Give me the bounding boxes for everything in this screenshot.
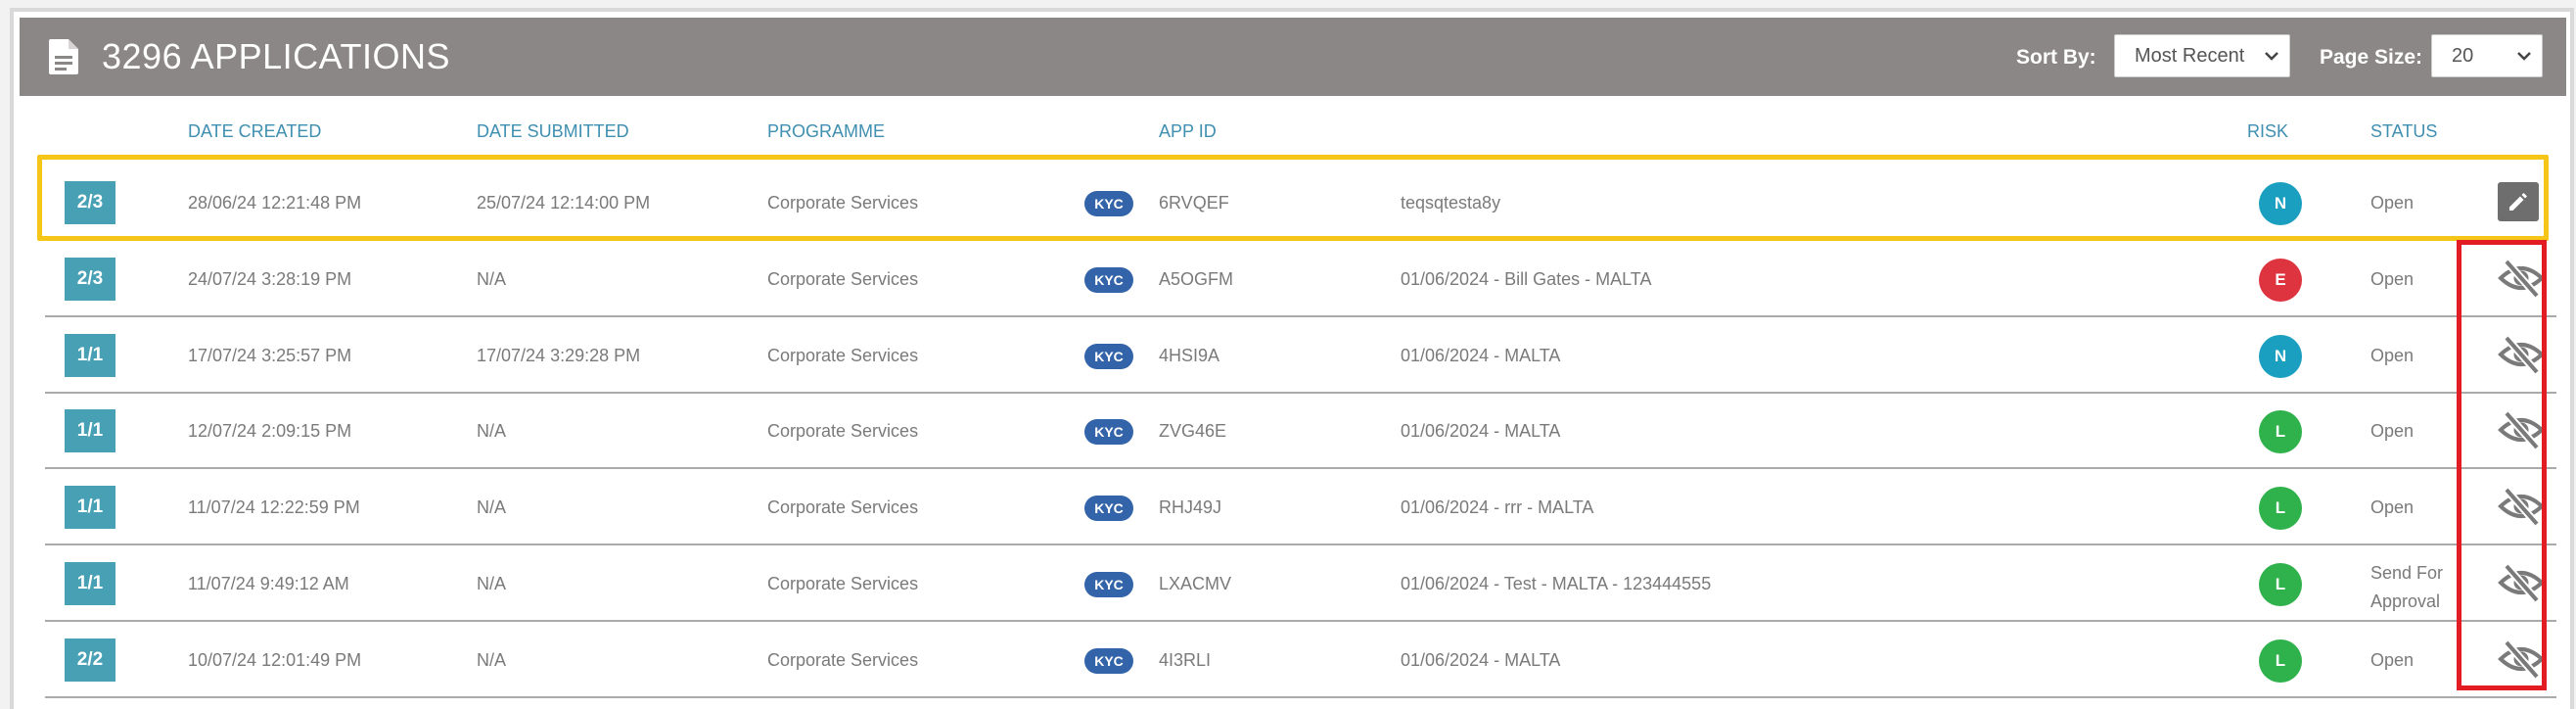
step-badge: 1/1 (65, 409, 115, 453)
application-name: 01/06/2024 - Test - MALTA - 123444555 (1401, 574, 1712, 593)
risk-indicator: L (2259, 563, 2302, 606)
date-created: 11/07/24 12:22:59 PM (188, 497, 360, 518)
table-row[interactable]: 2/3 24/07/24 3:28:19 PM N/A Corporate Servi… (45, 241, 2556, 317)
step-badge: 2/3 (65, 257, 115, 301)
app-id[interactable]: 4I3RLI (1159, 648, 1211, 672)
table-row[interactable]: 2/3 28/06/24 12:21:48 PM 25/07/24 12:14:00… (45, 165, 2556, 241)
table-row[interactable]: 1/1 17/07/24 3:25:57 PM 17/07/24 3:29:28 P… (45, 317, 2556, 394)
application-name: 01/06/2024 - MALTA (1401, 649, 1561, 670)
table-row[interactable]: 1/1 11/07/24 9:49:12 AM N/A Corporate Servi… (45, 545, 2556, 622)
risk-indicator: N (2259, 334, 2302, 378)
column-header-programme[interactable]: PROGRAMME (767, 119, 885, 143)
chevron-down-icon (2265, 52, 2278, 61)
status-text: Open (2370, 497, 2415, 518)
risk-indicator: N (2259, 182, 2302, 225)
risk-indicator: L (2259, 410, 2302, 454)
edit-button[interactable] (2498, 182, 2539, 221)
status-text: Open (2370, 345, 2415, 365)
app-id[interactable]: 4HSI9A (1159, 344, 1219, 367)
table-row[interactable]: 2/2 10/07/24 12:01:49 PM N/A Corporate Serv… (45, 622, 2556, 698)
kyc-tag: KYC (1084, 191, 1133, 216)
kyc-tag: KYC (1084, 572, 1133, 597)
column-header-date-submitted[interactable]: DATE SUBMITTED (477, 119, 629, 143)
chevron-down-icon (2517, 52, 2531, 61)
date-submitted: N/A (477, 421, 507, 442)
column-header-date-created[interactable]: DATE CREATED (188, 119, 321, 143)
sort-by-select[interactable]: Most Recent (2114, 34, 2290, 77)
app-id[interactable]: ZVG46E (1159, 419, 1226, 443)
date-submitted: N/A (477, 268, 507, 289)
risk-indicator: L (2259, 638, 2302, 683)
date-submitted: N/A (477, 649, 507, 670)
eye-slash-icon[interactable] (2498, 333, 2545, 376)
edit-icon (2509, 193, 2527, 211)
status-text: Send For Approval (2370, 563, 2444, 611)
eye-slash-icon[interactable] (2498, 561, 2545, 604)
app-id[interactable]: LXACMV (1159, 572, 1231, 595)
application-name: 01/06/2024 - MALTA (1401, 421, 1561, 442)
kyc-tag: KYC (1084, 496, 1133, 522)
date-submitted: 17/07/24 3:29:28 PM (477, 345, 641, 365)
date-created: 24/07/24 3:28:19 PM (188, 268, 352, 289)
programme: Corporate Services (767, 268, 919, 289)
column-header-risk[interactable]: RISK (2247, 119, 2288, 143)
step-badge: 2/2 (65, 638, 115, 682)
eye-slash-icon[interactable] (2498, 485, 2545, 528)
eye-slash-icon[interactable] (2498, 257, 2545, 300)
date-submitted: 25/07/24 12:14:00 PM (477, 193, 651, 213)
status-text: Open (2370, 268, 2415, 289)
application-name: 01/06/2024 - Bill Gates - MALTA (1401, 268, 1652, 289)
date-created: 11/07/24 9:49:12 AM (188, 574, 349, 593)
programme: Corporate Services (767, 345, 919, 365)
kyc-tag: KYC (1084, 647, 1133, 674)
step-badge: 1/1 (65, 486, 115, 530)
applications-panel: 3296 APPLICATIONS Sort By: Most Recent P… (10, 8, 2574, 709)
page-size-value: 20 (2452, 45, 2474, 67)
status-text: Open (2370, 649, 2415, 670)
kyc-tag: KYC (1084, 419, 1133, 446)
risk-indicator: L (2259, 487, 2302, 531)
table-row[interactable]: 1/1 11/07/24 12:22:59 PM N/A Corporate Serv… (45, 469, 2556, 546)
application-name: 01/06/2024 - rrr - MALTA (1401, 497, 1594, 518)
programme: Corporate Services (767, 193, 919, 213)
step-badge: 1/1 (65, 333, 115, 377)
app-id[interactable]: A5OGFM (1159, 267, 1233, 291)
programme: Corporate Services (767, 421, 919, 442)
panel-header: 3296 APPLICATIONS Sort By: Most Recent P… (20, 18, 2566, 96)
programme: Corporate Services (767, 574, 919, 593)
page-title: 3296 APPLICATIONS (102, 36, 451, 76)
risk-indicator: E (2259, 258, 2302, 302)
table-row[interactable]: 1/1 12/07/24 2:09:15 PM N/A Corporate Servi… (45, 393, 2556, 470)
column-header-status[interactable]: STATUS (2370, 119, 2437, 143)
eye-slash-icon[interactable] (2498, 408, 2545, 451)
column-header-app-id[interactable]: APP ID (1159, 119, 1217, 143)
step-badge: 1/1 (65, 562, 115, 605)
page-size-select[interactable]: 20 (2431, 34, 2543, 77)
document-icon (49, 39, 78, 74)
sort-by-label: Sort By: (2016, 46, 2096, 69)
step-badge: 2/3 (65, 181, 115, 224)
application-name: 01/06/2024 - MALTA (1401, 345, 1561, 365)
programme: Corporate Services (767, 649, 919, 670)
date-created: 12/07/24 2:09:15 PM (188, 421, 352, 442)
date-created: 17/07/24 3:25:57 PM (188, 345, 352, 365)
app-id[interactable]: RHJ49J (1159, 496, 1221, 519)
kyc-tag: KYC (1084, 266, 1133, 293)
date-submitted: N/A (477, 574, 507, 593)
kyc-tag: KYC (1084, 343, 1133, 369)
sort-by-value: Most Recent (2135, 45, 2245, 67)
programme: Corporate Services (767, 497, 919, 518)
date-created: 28/06/24 12:21:48 PM (188, 193, 362, 213)
app-id[interactable]: 6RVQEF (1159, 191, 1229, 214)
status-text: Open (2370, 421, 2415, 442)
date-submitted: N/A (477, 497, 507, 518)
application-name: teqsqtesta8y (1401, 193, 1501, 213)
status-text: Open (2370, 193, 2415, 213)
eye-slash-icon[interactable] (2498, 638, 2545, 681)
date-created: 10/07/24 12:01:49 PM (188, 649, 362, 670)
page-size-label: Page Size: (2320, 46, 2423, 69)
